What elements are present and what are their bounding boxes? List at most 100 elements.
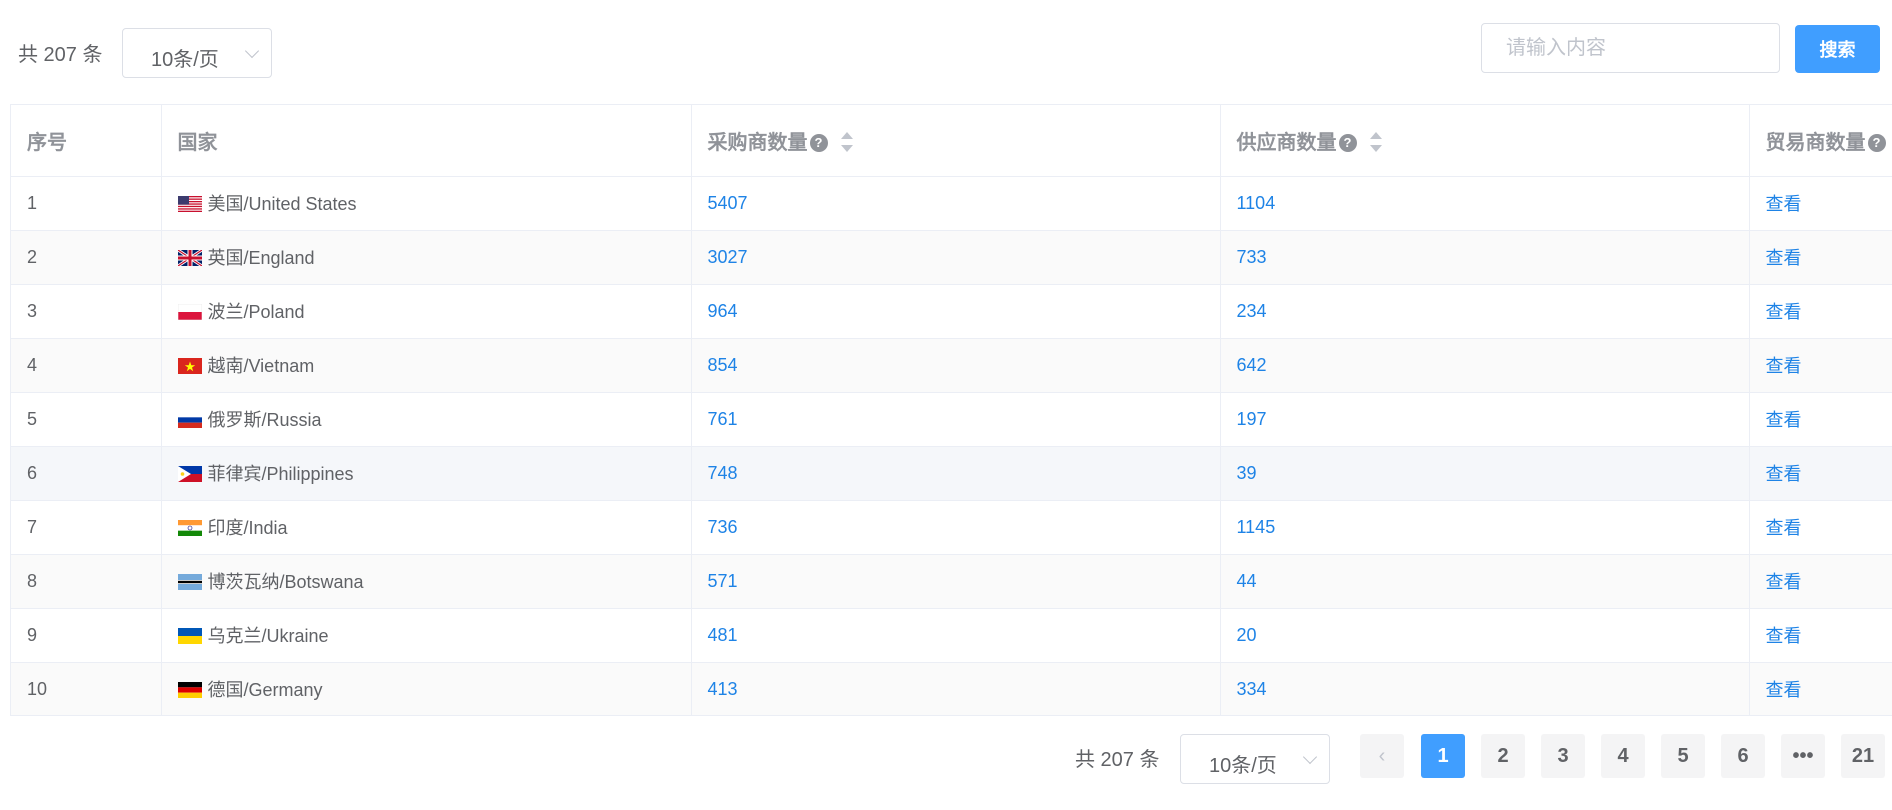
view-traders-link[interactable]: 查看	[1766, 302, 1802, 322]
suppliers-count-link[interactable]: 39	[1237, 463, 1257, 483]
row-country: 美国/United States	[161, 176, 692, 231]
page-button-3[interactable]: 3	[1541, 734, 1585, 778]
row-suppliers: 234	[1220, 284, 1750, 339]
column-header-index: 序号	[11, 105, 162, 177]
view-traders-link[interactable]: 查看	[1766, 356, 1802, 376]
india-flag-icon	[177, 520, 202, 536]
row-suppliers: 20	[1220, 608, 1750, 663]
germany-flag-icon	[177, 682, 202, 698]
suppliers-count-link[interactable]: 642	[1237, 355, 1267, 375]
pagination-total: 共 207 条	[1075, 749, 1160, 771]
help-icon[interactable]: ?	[1338, 133, 1357, 152]
suppliers-count-link[interactable]: 1145	[1237, 517, 1276, 537]
page-button-6[interactable]: 6	[1721, 734, 1765, 778]
buyers-count-link[interactable]: 3027	[708, 247, 748, 267]
table-row: 3 波兰/Poland 964 234 查看	[11, 284, 1892, 339]
view-traders-link[interactable]: 查看	[1766, 194, 1802, 214]
sort-icon[interactable]	[1369, 131, 1383, 153]
suppliers-count-link[interactable]: 234	[1237, 301, 1267, 321]
pagination: ‹ 1 2 3 4 5 6 ••• 21	[1360, 734, 1885, 778]
country-name: 印度/India	[207, 518, 288, 538]
buyers-count-link[interactable]: 854	[708, 355, 738, 375]
buyers-count-link[interactable]: 413	[708, 679, 738, 699]
suppliers-count-link[interactable]: 20	[1237, 625, 1257, 645]
row-buyers: 3027	[691, 230, 1221, 285]
buyers-count-link[interactable]: 761	[708, 409, 738, 429]
suppliers-count-link[interactable]: 197	[1237, 409, 1267, 429]
prev-page-button[interactable]: ‹	[1360, 734, 1404, 778]
country-name: 德国/Germany	[207, 680, 323, 700]
table-row: 10 德国/Germany 413 334 查看	[11, 662, 1892, 715]
view-traders-link[interactable]: 查看	[1766, 518, 1802, 538]
row-suppliers: 1145	[1220, 500, 1750, 555]
table-row: 2 英国/England 3027 733 查看	[11, 230, 1892, 285]
row-buyers: 761	[691, 392, 1221, 447]
table-row: 7 印度/India 736 1145 查看	[11, 500, 1892, 555]
buyers-count-link[interactable]: 964	[708, 301, 738, 321]
column-header-suppliers[interactable]: 供应商数量?	[1220, 105, 1750, 177]
row-index: 6	[11, 446, 162, 501]
view-traders-link[interactable]: 查看	[1766, 572, 1802, 592]
more-pages-button[interactable]: •••	[1781, 734, 1825, 778]
suppliers-count-link[interactable]: 334	[1237, 679, 1267, 699]
sort-icon[interactable]	[840, 131, 854, 153]
search-button[interactable]: 搜索	[1795, 25, 1880, 73]
help-icon[interactable]: ?	[809, 133, 828, 152]
row-buyers: 748	[691, 446, 1221, 501]
row-index: 1	[11, 176, 162, 231]
buyers-count-link[interactable]: 571	[708, 571, 738, 591]
view-traders-link[interactable]: 查看	[1766, 626, 1802, 646]
row-suppliers: 733	[1220, 230, 1750, 285]
uk-flag-icon	[177, 250, 202, 266]
column-header-buyers-label: 采购商数量	[707, 131, 808, 154]
suppliers-count-link[interactable]: 1104	[1237, 193, 1276, 213]
table-row: 4 越南/Vietnam 854 642 查看	[11, 338, 1892, 393]
row-country: 菲律宾/Philippines	[161, 446, 692, 501]
page-size-select[interactable]: 10条/页	[122, 28, 272, 78]
view-traders-link[interactable]: 查看	[1766, 248, 1802, 268]
row-traders: 查看	[1749, 338, 1892, 393]
row-suppliers: 642	[1220, 338, 1750, 393]
row-buyers: 964	[691, 284, 1221, 339]
page-button-21[interactable]: 21	[1841, 734, 1885, 778]
page-button-4[interactable]: 4	[1601, 734, 1645, 778]
search-input[interactable]	[1481, 23, 1780, 73]
row-buyers: 854	[691, 338, 1221, 393]
us-flag-icon	[177, 196, 202, 212]
country-table: 序号 国家 采购商数量? 供应商数量? 贸易商数量? 1 美国/United St…	[10, 104, 1892, 716]
view-traders-link[interactable]: 查看	[1766, 464, 1802, 484]
row-index: 5	[11, 392, 162, 447]
table-row: 8 博茨瓦纳/Botswana 571 44 查看	[11, 554, 1892, 609]
vietnam-flag-icon	[177, 358, 202, 374]
view-traders-link[interactable]: 查看	[1766, 680, 1802, 700]
column-header-buyers[interactable]: 采购商数量?	[691, 105, 1221, 177]
row-suppliers: 1104	[1220, 176, 1750, 231]
country-name: 博茨瓦纳/Botswana	[207, 572, 364, 592]
row-country: 印度/India	[161, 500, 692, 555]
buyers-count-link[interactable]: 481	[708, 625, 738, 645]
page-button-1[interactable]: 1	[1421, 734, 1465, 778]
buyers-count-link[interactable]: 5407	[708, 193, 748, 213]
row-suppliers: 44	[1220, 554, 1750, 609]
suppliers-count-link[interactable]: 44	[1237, 571, 1257, 591]
page-size-value: 10条/页	[1209, 755, 1277, 777]
country-name: 乌克兰/Ukraine	[207, 626, 329, 646]
page-button-2[interactable]: 2	[1481, 734, 1525, 778]
suppliers-count-link[interactable]: 733	[1237, 247, 1267, 267]
row-suppliers: 334	[1220, 662, 1750, 715]
page-size-value: 10条/页	[151, 49, 219, 71]
country-name: 菲律宾/Philippines	[207, 464, 354, 484]
pagination-page-size-select[interactable]: 10条/页	[1180, 734, 1330, 784]
buyers-count-link[interactable]: 736	[708, 517, 738, 537]
page-button-5[interactable]: 5	[1661, 734, 1705, 778]
country-name: 越南/Vietnam	[207, 356, 315, 376]
view-traders-link[interactable]: 查看	[1766, 410, 1802, 430]
row-traders: 查看	[1749, 446, 1892, 501]
help-icon[interactable]: ?	[1867, 133, 1886, 152]
column-header-traders-label: 贸易商数量	[1765, 131, 1866, 154]
top-toolbar: 共 207 条 10条/页 搜索	[0, 0, 1892, 104]
poland-flag-icon	[177, 304, 202, 320]
buyers-count-link[interactable]: 748	[708, 463, 738, 483]
row-index: 10	[11, 662, 162, 715]
row-country: 乌克兰/Ukraine	[161, 608, 692, 663]
